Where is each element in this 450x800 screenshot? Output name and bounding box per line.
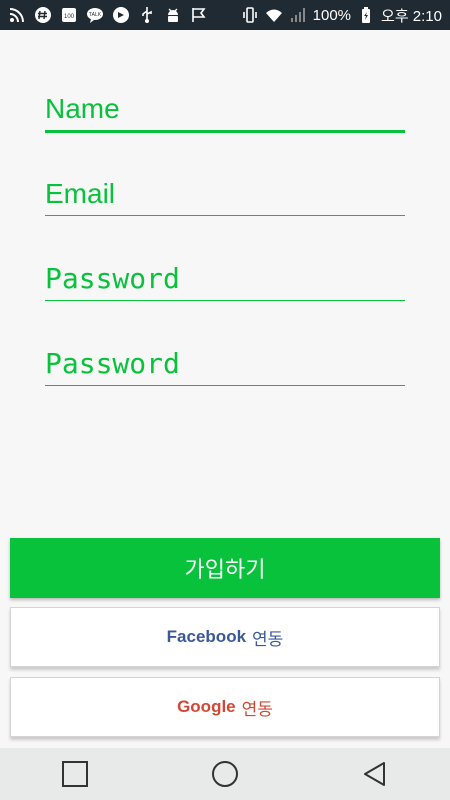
android-debug-icon	[164, 6, 182, 24]
password-underline	[45, 300, 405, 301]
kakaotalk-icon: TALK	[86, 6, 104, 24]
check-flag-icon	[190, 6, 208, 24]
google-brand-label: Google	[177, 697, 236, 716]
vibrate-icon	[241, 6, 259, 24]
signup-button-label: 가입하기	[184, 557, 266, 582]
system-icons: 100% 오후 2:10	[241, 5, 442, 26]
facebook-brand-label: Facebook	[166, 627, 247, 646]
wifi-icon	[265, 6, 283, 24]
password-input[interactable]	[45, 258, 405, 300]
clock: 오후 2:10	[381, 7, 442, 25]
signup-button[interactable]: 가입하기	[10, 538, 440, 598]
name-input[interactable]	[45, 88, 405, 130]
email-field[interactable]	[45, 173, 405, 216]
password-confirm-underline	[45, 385, 405, 386]
back-icon[interactable]	[355, 754, 395, 794]
svg-text:TALK: TALK	[89, 12, 102, 18]
name-field[interactable]	[45, 88, 405, 133]
password-confirm-field[interactable]	[45, 343, 405, 386]
usb-icon	[138, 6, 156, 24]
battery-icon	[357, 6, 375, 24]
navigation-bar	[0, 748, 450, 800]
svg-text:100: 100	[64, 14, 75, 20]
battery-percent: 100%	[312, 6, 352, 24]
hashtag-icon	[34, 6, 52, 24]
name-underline	[45, 130, 405, 133]
google-connect-button[interactable]: Google 연동	[10, 677, 440, 737]
email-input[interactable]	[45, 173, 405, 215]
rss-icon	[8, 6, 26, 24]
badge-100-icon: 100	[60, 6, 78, 24]
email-underline	[45, 215, 405, 216]
app-icon	[112, 6, 130, 24]
notification-icons: 100 TALK	[8, 6, 208, 24]
facebook-connect-button[interactable]: Facebook 연동	[10, 607, 440, 667]
password-confirm-input[interactable]	[45, 343, 405, 385]
password-field[interactable]	[45, 258, 405, 301]
status-bar: 100 TALK 100% 오후 2:10	[0, 0, 450, 30]
home-icon[interactable]	[205, 754, 245, 794]
google-suffix-label: 연동	[241, 699, 273, 719]
signal-icon	[289, 6, 307, 24]
recent-apps-icon[interactable]	[55, 754, 95, 794]
facebook-suffix-label: 연동	[252, 629, 284, 649]
